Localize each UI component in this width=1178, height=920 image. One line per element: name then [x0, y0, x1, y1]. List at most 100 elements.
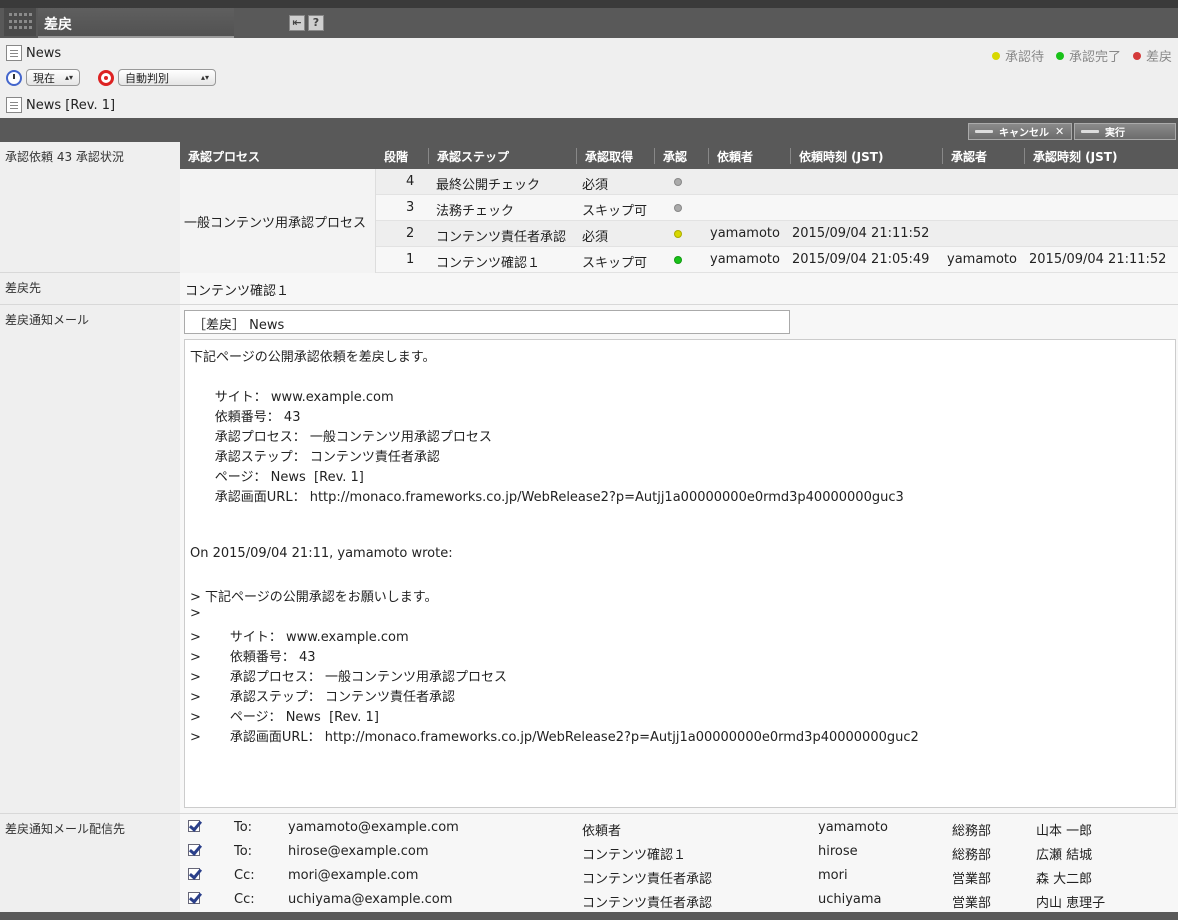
- mail-body-line: 承認ステップ： コンテンツ責任者承認: [190, 450, 440, 465]
- action-toolbar: キャンセル ✕ 実行: [0, 118, 1178, 142]
- col-stage: 段階: [384, 150, 409, 164]
- mail-body-line: > 承認ステップ： コンテンツ責任者承認: [190, 690, 455, 705]
- revision-icon: [6, 97, 22, 113]
- return-to-value: コンテンツ確認１: [180, 273, 1178, 305]
- recipient-user: mori: [818, 868, 848, 883]
- recipient-role: 依頼者: [582, 824, 622, 839]
- mail-body-line: サイト： www.example.com: [190, 390, 394, 405]
- selector-row: 現在 ▴▾ 自動判別 ▴▾: [6, 69, 216, 86]
- process-name: 一般コンテンツ用承認プロセス: [180, 169, 376, 273]
- recipient-checkbox[interactable]: [188, 844, 200, 856]
- mode-select-value: 自動判別: [125, 71, 169, 85]
- recipient-dept: 営業部: [952, 896, 992, 911]
- mail-body-line: > 下記ページの公開承認をお願いします。: [190, 590, 438, 605]
- mail-body-line: > 承認画面URL： http://monaco.frameworks.co.j…: [190, 730, 919, 745]
- mail-body-line: 承認プロセス： 一般コンテンツ用承認プロセス: [190, 430, 492, 445]
- col-approver: 承認者: [942, 148, 987, 164]
- recipient-dept: 営業部: [952, 872, 992, 887]
- mode-select[interactable]: 自動判別 ▴▾: [118, 69, 216, 86]
- help-icon[interactable]: ?: [308, 15, 324, 31]
- mail-body-line: On 2015/09/04 21:11, yamamoto wrote:: [190, 546, 453, 561]
- recipient-email: uchiyama@example.com: [288, 892, 453, 907]
- close-icon: ✕: [1055, 125, 1065, 138]
- recipient-type: To:: [234, 844, 253, 859]
- return-to-label: 差戻先: [0, 273, 180, 305]
- chevron-updown-icon: ▴▾: [64, 73, 73, 82]
- table-row: 3 法務チェック スキップ可: [376, 195, 1178, 221]
- recipient-role: コンテンツ責任者承認: [582, 872, 713, 887]
- col-approval: 承認: [654, 148, 687, 164]
- recipient-name: 森 大二郎: [1036, 872, 1093, 887]
- requester: yamamoto: [710, 226, 780, 241]
- table-row: 4 最終公開チェック 必須: [376, 169, 1178, 195]
- recipient-email: hirose@example.com: [288, 844, 429, 859]
- recipient-type: To:: [234, 820, 253, 835]
- step: 法務チェック: [436, 204, 515, 219]
- recipient-name: 内山 恵理子: [1036, 896, 1106, 911]
- recipient-row: Cc: mori@example.com コンテンツ責任者承認 mori 営業部…: [180, 864, 1178, 888]
- target-icon: [98, 69, 114, 86]
- stage: 4: [406, 174, 415, 189]
- mail-body-line: > 承認プロセス： 一般コンテンツ用承認プロセス: [190, 670, 507, 685]
- step: 最終公開チェック: [436, 178, 541, 193]
- requirement: スキップ可: [582, 204, 648, 219]
- request-time: 2015/09/04 21:05:49: [792, 252, 930, 267]
- page-icon: [6, 45, 22, 61]
- recipient-checkbox[interactable]: [188, 892, 200, 904]
- mail-subject-input[interactable]: ［差戻］ News: [184, 310, 790, 334]
- mail-body-line: [190, 506, 1170, 526]
- status-dot-icon: [674, 204, 682, 212]
- page-header: News 現在 ▴▾ 自動判別 ▴▾ News [Rev. 1] 承認待 承認完…: [0, 38, 1178, 118]
- approval-status-label: 承認依頼 43 承認状況: [0, 142, 180, 273]
- legend-returned: 差戻: [1132, 46, 1172, 65]
- approval-table-header: 承認プロセス 段階 承認ステップ 承認取得 承認 依頼者 依頼時刻 (JST) …: [180, 142, 1178, 169]
- cancel-button[interactable]: キャンセル ✕: [968, 123, 1072, 140]
- recipient-checkbox[interactable]: [188, 820, 200, 832]
- recipient-checkbox[interactable]: [188, 868, 200, 880]
- col-step: 承認ステップ: [428, 148, 509, 164]
- mail-body-line: [190, 366, 1170, 386]
- clock-icon: [6, 69, 22, 86]
- recipient-row: To: hirose@example.com コンテンツ確認１ hirose 総…: [180, 840, 1178, 864]
- app-grid-icon[interactable]: [4, 8, 36, 36]
- stage: 2: [406, 226, 415, 241]
- recipient-email: yamamoto@example.com: [288, 820, 459, 835]
- recipient-role: コンテンツ確認１: [582, 848, 687, 863]
- mail-body-line: ページ： News [Rev. 1]: [190, 470, 364, 485]
- recipient-user: yamamoto: [818, 820, 888, 835]
- mail-body-line: [190, 526, 1170, 546]
- status-dot-icon: [674, 256, 682, 264]
- time-select-value: 現在: [33, 71, 55, 85]
- button-bar-icon: [975, 130, 993, 133]
- legend-label: 差戻: [1145, 50, 1172, 65]
- step: コンテンツ責任者承認: [436, 230, 567, 245]
- revision-label: News [Rev. 1]: [26, 97, 116, 113]
- exit-icon[interactable]: ⇤: [289, 15, 305, 31]
- recipient-type: Cc:: [234, 892, 255, 907]
- col-requirement: 承認取得: [576, 148, 633, 164]
- recipient-row: To: yamamoto@example.com 依頼者 yamamoto 総務…: [180, 816, 1178, 840]
- status-dot-icon: [674, 230, 682, 238]
- page-name: News: [26, 45, 62, 61]
- yellow-dot-icon: [991, 51, 1000, 60]
- requester: yamamoto: [710, 252, 780, 267]
- recipient-row: Cc: uchiyama@example.com コンテンツ責任者承認 uchi…: [180, 888, 1178, 912]
- mail-label: 差戻通知メール: [0, 305, 180, 814]
- recipient-name: 広瀬 結城: [1036, 848, 1093, 863]
- legend-label: 承認待: [1004, 50, 1044, 65]
- title-bar: 差戻 ⇤ ?: [0, 0, 1178, 38]
- time-select[interactable]: 現在 ▴▾: [26, 69, 80, 86]
- window-title: 差戻: [38, 8, 234, 38]
- col-requester: 依頼者: [708, 148, 753, 164]
- recipient-email: mori@example.com: [288, 868, 419, 883]
- legend-pending: 承認待: [991, 46, 1044, 65]
- recipient-dept: 総務部: [952, 824, 992, 839]
- execute-button[interactable]: 実行: [1074, 123, 1176, 140]
- mail-body-line: 承認画面URL： http://monaco.frameworks.co.jp/…: [190, 490, 904, 505]
- chevron-updown-icon: ▴▾: [200, 73, 209, 82]
- table-row: 2 コンテンツ責任者承認 必須 yamamoto 2015/09/04 21:1…: [376, 221, 1178, 247]
- green-dot-icon: [1055, 51, 1064, 60]
- cancel-label: キャンセル: [999, 128, 1049, 139]
- mail-body-textarea[interactable]: 下記ページの公開承認依頼を差戻します。 サイト： www.example.com…: [184, 339, 1176, 808]
- mail-body-line: > サイト： www.example.com: [190, 630, 409, 645]
